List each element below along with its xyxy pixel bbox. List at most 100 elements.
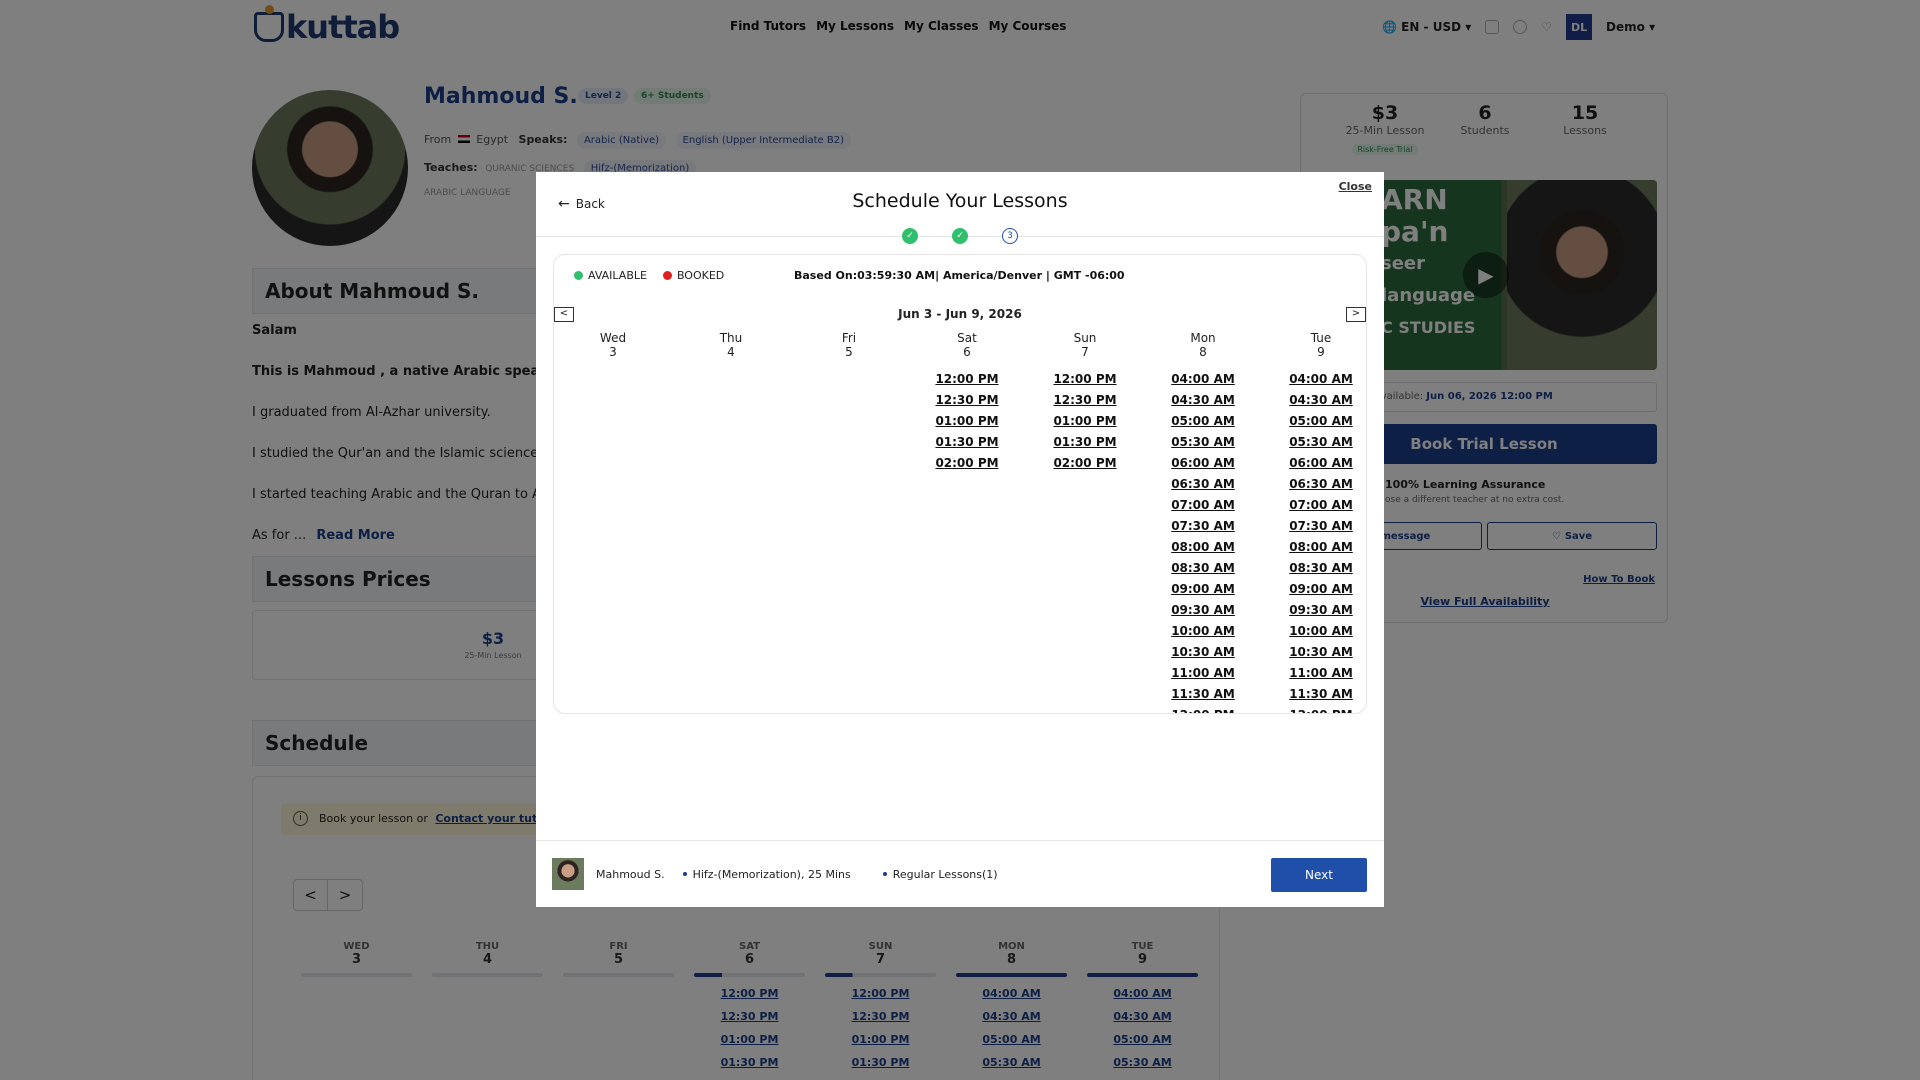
- footer-divider: [536, 840, 1384, 841]
- day-header: Sun 7: [1026, 331, 1144, 359]
- time-slot[interactable]: 07:30 AM: [1289, 518, 1353, 534]
- day-headers: Wed 3 Thu 4 Fri 5 Sat 6 Sun 7 Mon 8 Tue 9: [554, 331, 1366, 359]
- availability-calendar: AVAILABLE BOOKED Based On:03:59:30 AM| A…: [553, 254, 1367, 714]
- legend-booked: BOOKED: [662, 269, 725, 282]
- legend-booked-label: BOOKED: [676, 269, 725, 282]
- timezone-info: Based On:03:59:30 AM| America/Denver | G…: [794, 269, 1125, 282]
- calendar-legend: AVAILABLE BOOKED: [574, 269, 724, 282]
- time-slot[interactable]: 06:00 AM: [1171, 455, 1235, 471]
- time-slot[interactable]: 08:30 AM: [1289, 560, 1353, 576]
- time-slot[interactable]: 05:00 AM: [1171, 413, 1235, 429]
- time-slot[interactable]: 02:00 PM: [935, 455, 998, 471]
- booked-dot-icon: [662, 271, 672, 280]
- step-2-check-icon: ✓: [952, 228, 968, 244]
- legend-available-label: AVAILABLE: [588, 269, 647, 282]
- time-slot[interactable]: 12:30 PM: [1053, 392, 1116, 408]
- week-range: Jun 3 - Jun 9, 2026: [898, 307, 1022, 321]
- day-name: Thu: [719, 331, 743, 345]
- day-slot-column: 04:00 AM 04:30 AM 05:00 AM 05:30 AM 06:00 AM…: [1144, 371, 1262, 713]
- time-slot[interactable]: 06:30 AM: [1171, 476, 1235, 492]
- time-slot[interactable]: 04:00 AM: [1289, 371, 1353, 387]
- stepper: ✓ ✓ 3: [902, 228, 1018, 244]
- day-slot-column: [554, 371, 672, 713]
- day-header: Thu 4: [672, 331, 790, 359]
- day-slot-column: [672, 371, 790, 713]
- day-slot-column: 12:00 PM 12:30 PM 01:00 PM 01:30 PM 02:00 PM: [908, 371, 1026, 713]
- legend-available: AVAILABLE: [574, 269, 647, 282]
- modal-title: Schedule Your Lessons: [852, 190, 1068, 212]
- time-slot[interactable]: 06:30 AM: [1289, 476, 1353, 492]
- day-name: Sat: [957, 331, 977, 345]
- time-slot[interactable]: 08:00 AM: [1289, 539, 1353, 555]
- time-slot[interactable]: 11:30 AM: [1289, 686, 1353, 702]
- time-slot[interactable]: 10:30 AM: [1289, 644, 1353, 660]
- time-slot[interactable]: 02:00 PM: [1053, 455, 1116, 471]
- time-slot[interactable]: 01:00 PM: [935, 413, 998, 429]
- bullet-icon: [882, 871, 887, 876]
- time-slot[interactable]: 04:30 AM: [1171, 392, 1235, 408]
- day-name: Wed: [599, 331, 627, 345]
- day-header: Mon 8: [1144, 331, 1262, 359]
- time-slot[interactable]: 09:30 AM: [1289, 602, 1353, 618]
- day-name: Tue: [1310, 331, 1332, 345]
- time-slot[interactable]: 10:00 AM: [1289, 623, 1353, 639]
- time-slot[interactable]: 07:00 AM: [1171, 497, 1235, 513]
- time-slot[interactable]: 01:00 PM: [1053, 413, 1116, 429]
- time-slot[interactable]: 09:30 AM: [1171, 602, 1235, 618]
- time-slot[interactable]: 12:00 PM: [935, 371, 998, 387]
- prev-week-button[interactable]: <: [554, 307, 574, 322]
- time-slot[interactable]: 10:00 AM: [1171, 623, 1235, 639]
- summary-tutor: Mahmoud S.: [596, 867, 665, 881]
- time-slot[interactable]: 11:00 AM: [1171, 665, 1235, 681]
- tutor-thumbnail: [552, 858, 584, 890]
- next-week-button[interactable]: >: [1346, 307, 1366, 322]
- day-header: Sat 6: [908, 331, 1026, 359]
- booking-summary: Mahmoud S. Hifz-(Memorization), 25 Mins …: [552, 858, 998, 890]
- time-slot[interactable]: 09:00 AM: [1289, 581, 1353, 597]
- time-slot[interactable]: 01:30 PM: [1053, 434, 1116, 450]
- time-slot[interactable]: 11:00 AM: [1289, 665, 1353, 681]
- time-slot[interactable]: 06:00 AM: [1289, 455, 1353, 471]
- time-slot[interactable]: 12:00 PM: [1289, 707, 1352, 713]
- day-slot-column: 12:00 PM 12:30 PM 01:00 PM 01:30 PM 02:00 PM: [1026, 371, 1144, 713]
- day-slot-column: [790, 371, 908, 713]
- time-slot[interactable]: 05:30 AM: [1171, 434, 1235, 450]
- available-dot-icon: [574, 271, 583, 280]
- time-slot[interactable]: 11:30 AM: [1171, 686, 1235, 702]
- step-3-indicator: 3: [1002, 228, 1018, 244]
- summary-subject-text: Hifz-(Memorization), 25 Mins: [692, 867, 851, 881]
- day-name: Mon: [1190, 331, 1216, 345]
- summary-type-text: Regular Lessons(1): [892, 867, 998, 881]
- day-number: 4: [727, 345, 735, 359]
- time-slot[interactable]: 12:30 PM: [935, 392, 998, 408]
- summary-type: Regular Lessons(1): [877, 868, 998, 881]
- step-1-check-icon: ✓: [902, 228, 918, 244]
- day-number: 6: [963, 345, 971, 359]
- day-slot-column: 04:00 AM 04:30 AM 05:00 AM 05:30 AM 06:00 AM…: [1262, 371, 1366, 713]
- day-number: 9: [1317, 345, 1325, 359]
- time-slot[interactable]: 04:30 AM: [1289, 392, 1353, 408]
- time-slot[interactable]: 07:00 AM: [1289, 497, 1353, 513]
- time-slot[interactable]: 08:00 AM: [1171, 539, 1235, 555]
- time-slot[interactable]: 05:30 AM: [1289, 434, 1353, 450]
- next-button[interactable]: Next: [1271, 858, 1367, 892]
- day-name: Sun: [1073, 331, 1097, 345]
- close-button[interactable]: Close: [1339, 180, 1372, 193]
- time-slot[interactable]: 09:00 AM: [1171, 581, 1235, 597]
- time-slot[interactable]: 10:30 AM: [1171, 644, 1235, 660]
- time-slot[interactable]: 05:00 AM: [1289, 413, 1353, 429]
- day-number: 7: [1081, 345, 1089, 359]
- day-number: 8: [1199, 345, 1207, 359]
- time-slot[interactable]: 01:30 PM: [935, 434, 998, 450]
- time-slot[interactable]: 07:30 AM: [1171, 518, 1235, 534]
- schedule-modal: ← Back Schedule Your Lessons Close ✓ ✓ 3…: [536, 172, 1384, 907]
- time-slot[interactable]: 12:00 PM: [1053, 371, 1116, 387]
- time-slots-grid: 12:00 PM 12:30 PM 01:00 PM 01:30 PM 02:00 PM…: [554, 371, 1366, 713]
- time-slot[interactable]: 08:30 AM: [1171, 560, 1235, 576]
- day-header: Wed 3: [554, 331, 672, 359]
- day-name: Fri: [841, 331, 857, 345]
- time-slot[interactable]: 12:00 PM: [1171, 707, 1234, 713]
- bullet-icon: [682, 871, 687, 876]
- summary-subject: Hifz-(Memorization), 25 Mins: [677, 868, 851, 881]
- time-slot[interactable]: 04:00 AM: [1171, 371, 1235, 387]
